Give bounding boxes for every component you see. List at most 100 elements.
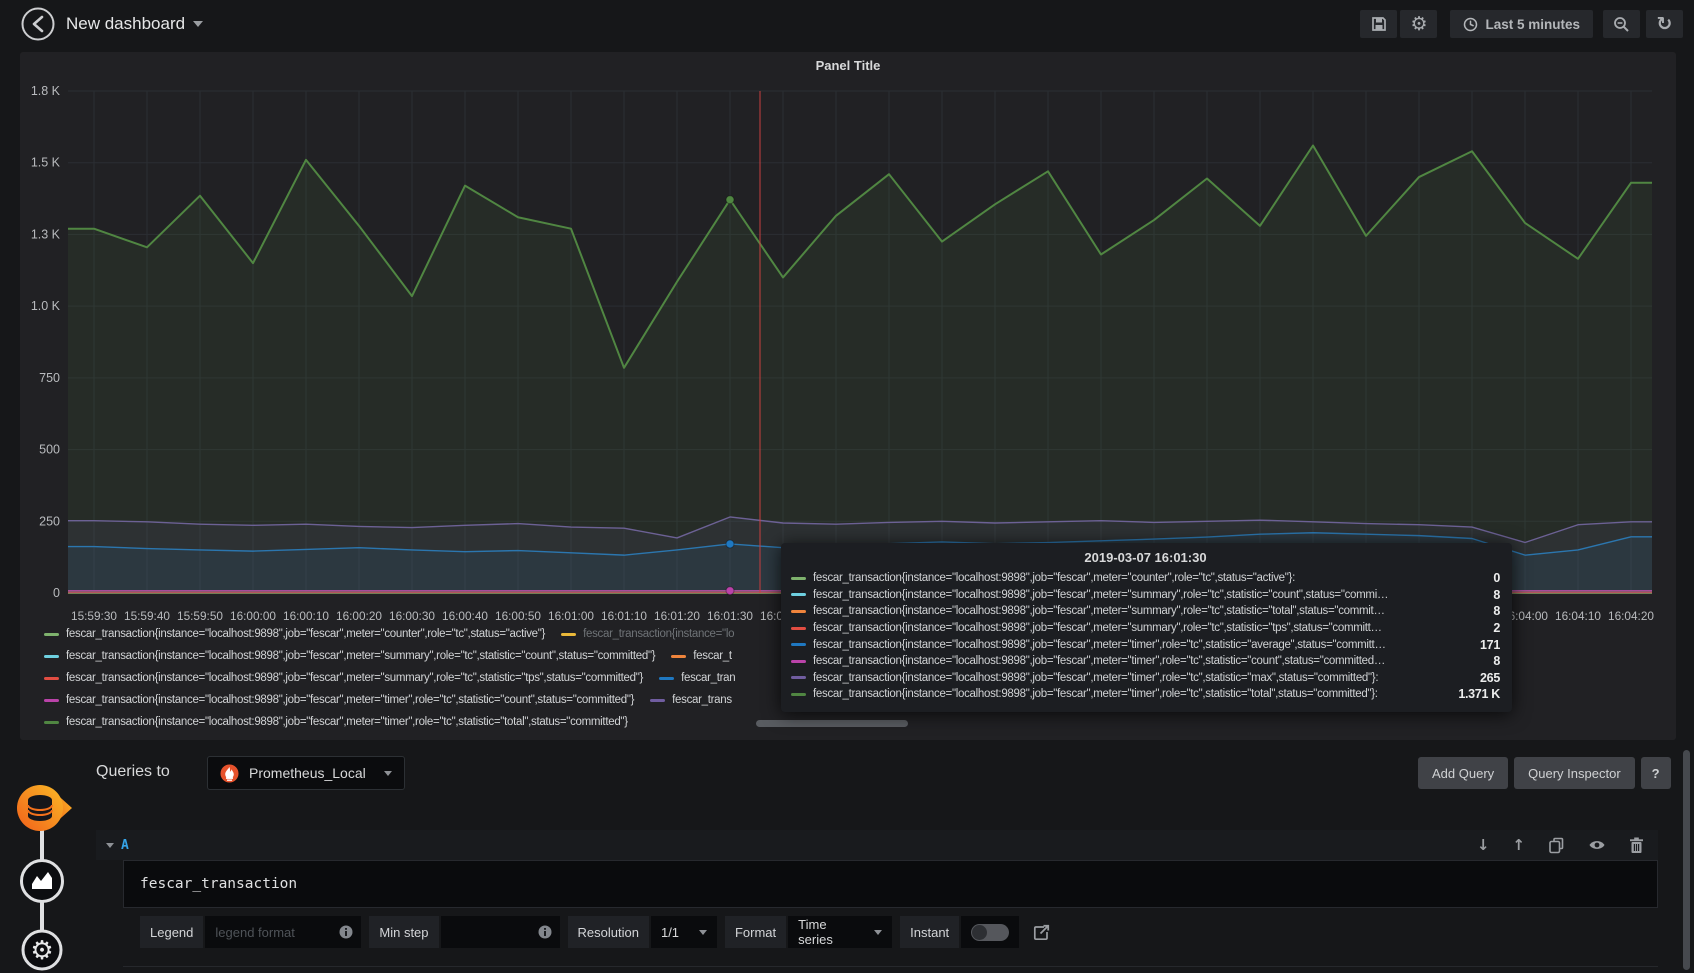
query-actions: Add Query Query Inspector ? bbox=[1418, 757, 1671, 789]
legend-item[interactable]: fescar_transaction{instance="lo bbox=[561, 628, 734, 640]
graph-tooltip: 2019-03-07 16:01:30 fescar_transaction{i… bbox=[781, 543, 1512, 712]
queries-to-label: Queries to bbox=[96, 763, 170, 781]
series-color-dash bbox=[791, 643, 806, 646]
legend-series-name: fescar_transaction{instance="localhost:9… bbox=[66, 716, 628, 728]
series-color-dash bbox=[791, 577, 806, 580]
help-button[interactable]: ? bbox=[1641, 757, 1671, 789]
format-label: Format bbox=[725, 916, 786, 948]
editor-vertical-scrollbar[interactable] bbox=[1683, 750, 1690, 970]
series-color-dash bbox=[791, 660, 806, 663]
legend-item[interactable]: fescar_trans bbox=[650, 694, 732, 706]
dashboard-title-dropdown[interactable]: New dashboard bbox=[66, 0, 203, 48]
datasource-name: Prometheus_Local bbox=[249, 765, 374, 781]
series-color-dash bbox=[44, 655, 59, 658]
resolution-label: Resolution bbox=[568, 916, 649, 948]
min-step-label: Min step bbox=[369, 916, 438, 948]
x-axis-tick-label: 16:01:10 bbox=[601, 609, 647, 623]
legend-horizontal-scrollbar[interactable] bbox=[756, 720, 908, 727]
tooltip-series-row: fescar_transaction{instance="localhost:9… bbox=[791, 653, 1500, 670]
tab-queries[interactable] bbox=[14, 780, 74, 841]
x-axis-tick-label: 16:00:40 bbox=[442, 609, 488, 623]
refresh-icon: ↻ bbox=[1657, 15, 1673, 34]
instant-toggle[interactable] bbox=[961, 916, 1019, 948]
dashboard-settings-button[interactable]: ⚙ bbox=[1400, 10, 1437, 38]
tooltip-series-row: fescar_transaction{instance="localhost:9… bbox=[791, 570, 1500, 587]
legend-format-input[interactable] bbox=[215, 925, 335, 940]
prometheus-icon bbox=[220, 764, 239, 783]
promql-query-input[interactable]: fescar_transaction bbox=[123, 860, 1658, 908]
resolution-select[interactable]: 1/1 bbox=[651, 916, 717, 948]
tooltip-series-name: fescar_transaction{instance="localhost:9… bbox=[813, 589, 1388, 601]
series-color-dash bbox=[44, 699, 59, 702]
delete-query-trash-icon[interactable] bbox=[1629, 837, 1644, 854]
x-axis-tick-label: 16:01:00 bbox=[548, 609, 594, 623]
save-dashboard-button[interactable] bbox=[1360, 10, 1397, 38]
tooltip-series-name: fescar_transaction{instance="localhost:9… bbox=[813, 572, 1295, 584]
y-axis-tick-label: 1.5 K bbox=[31, 156, 61, 170]
svg-text:⚙: ⚙ bbox=[30, 935, 53, 965]
legend-item[interactable]: fescar_transaction{instance="localhost:9… bbox=[44, 716, 628, 728]
legend-item[interactable]: fescar_transaction{instance="localhost:9… bbox=[44, 672, 643, 684]
move-query-down-icon[interactable]: ↓ bbox=[1477, 836, 1490, 854]
refresh-button[interactable]: ↻ bbox=[1646, 10, 1683, 38]
tooltip-series-value: 265 bbox=[1466, 671, 1500, 685]
move-query-up-icon[interactable]: ↑ bbox=[1512, 836, 1525, 854]
toggle-track bbox=[971, 924, 1009, 941]
legend-row: fescar_transaction{instance="localhost:9… bbox=[44, 623, 751, 645]
legend-series-name: fescar_transaction{instance="localhost:9… bbox=[66, 628, 545, 640]
x-axis-tick-label: 16:04:10 bbox=[1555, 609, 1601, 623]
series-color-dash bbox=[671, 655, 686, 658]
tooltip-timestamp: 2019-03-07 16:01:30 bbox=[791, 550, 1500, 565]
time-range-picker[interactable]: Last 5 minutes bbox=[1450, 10, 1593, 38]
legend-format-field bbox=[205, 916, 361, 948]
legend-item[interactable]: fescar_transaction{instance="localhost:9… bbox=[44, 628, 545, 640]
tooltip-series-list: fescar_transaction{instance="localhost:9… bbox=[791, 570, 1500, 703]
x-axis-tick-label: 16:00:10 bbox=[283, 609, 329, 623]
series-color-dash bbox=[650, 699, 665, 702]
duplicate-query-icon[interactable] bbox=[1548, 837, 1565, 854]
tooltip-series-row: fescar_transaction{instance="localhost:9… bbox=[791, 603, 1500, 620]
x-axis-tick-label: 16:01:30 bbox=[707, 609, 753, 623]
legend-row: fescar_transaction{instance="localhost:9… bbox=[44, 667, 751, 689]
legend-series-name: fescar_tran bbox=[681, 672, 735, 684]
datasource-picker[interactable]: Prometheus_Local bbox=[207, 756, 405, 790]
x-axis-tick-label: 16:00:00 bbox=[230, 609, 276, 623]
tooltip-series-row: fescar_transaction{instance="localhost:9… bbox=[791, 587, 1500, 604]
legend-item[interactable]: fescar_transaction{instance="localhost:9… bbox=[44, 694, 634, 706]
legend-item[interactable]: fescar_transaction{instance="localhost:9… bbox=[44, 650, 655, 662]
tooltip-series-value: 2 bbox=[1479, 621, 1500, 635]
tooltip-series-value: 8 bbox=[1479, 654, 1500, 668]
x-axis-tick-label: 15:59:50 bbox=[177, 609, 223, 623]
legend-series-name: fescar_transaction{instance="localhost:9… bbox=[66, 694, 634, 706]
min-step-input[interactable] bbox=[451, 925, 534, 940]
tab-visualization[interactable] bbox=[18, 857, 66, 910]
query-row-header[interactable]: A ↓ ↑ bbox=[96, 830, 1658, 860]
format-select[interactable]: Time series bbox=[788, 916, 892, 948]
info-icon bbox=[538, 925, 552, 939]
page-title: New dashboard bbox=[66, 14, 185, 34]
disable-query-eye-icon[interactable] bbox=[1588, 838, 1606, 852]
instant-label: Instant bbox=[900, 916, 959, 948]
series-color-dash bbox=[44, 677, 59, 680]
legend-row: fescar_transaction{instance="localhost:9… bbox=[44, 711, 751, 733]
legend-item[interactable]: fescar_tran bbox=[659, 672, 735, 684]
legend-series-name: fescar_t bbox=[693, 650, 732, 662]
chevron-down-icon bbox=[874, 930, 882, 935]
promql-expression: fescar_transaction bbox=[140, 876, 297, 892]
collapse-caret-icon bbox=[106, 843, 114, 848]
navbar-actions: ⚙ Last 5 minutes ↻ bbox=[1360, 10, 1683, 38]
zoom-out-button[interactable] bbox=[1603, 10, 1640, 38]
series-color-dash bbox=[791, 693, 806, 696]
query-inspector-button[interactable]: Query Inspector bbox=[1514, 757, 1635, 789]
legend-item[interactable]: fescar_t bbox=[671, 650, 732, 662]
add-query-button[interactable]: Add Query bbox=[1418, 757, 1508, 789]
y-axis-tick-label: 0 bbox=[53, 586, 60, 600]
series-color-dash bbox=[44, 633, 59, 636]
legend-series-name: fescar_transaction{instance="lo bbox=[583, 628, 734, 640]
link-to-explore-icon[interactable] bbox=[1033, 924, 1050, 941]
tab-general[interactable]: ⚙ bbox=[20, 928, 64, 973]
y-axis-tick-label: 1.8 K bbox=[31, 84, 61, 98]
back-button[interactable] bbox=[20, 6, 56, 42]
info-icon bbox=[339, 925, 353, 939]
navbar: New dashboard ⚙ Last 5 minutes bbox=[0, 0, 1694, 48]
